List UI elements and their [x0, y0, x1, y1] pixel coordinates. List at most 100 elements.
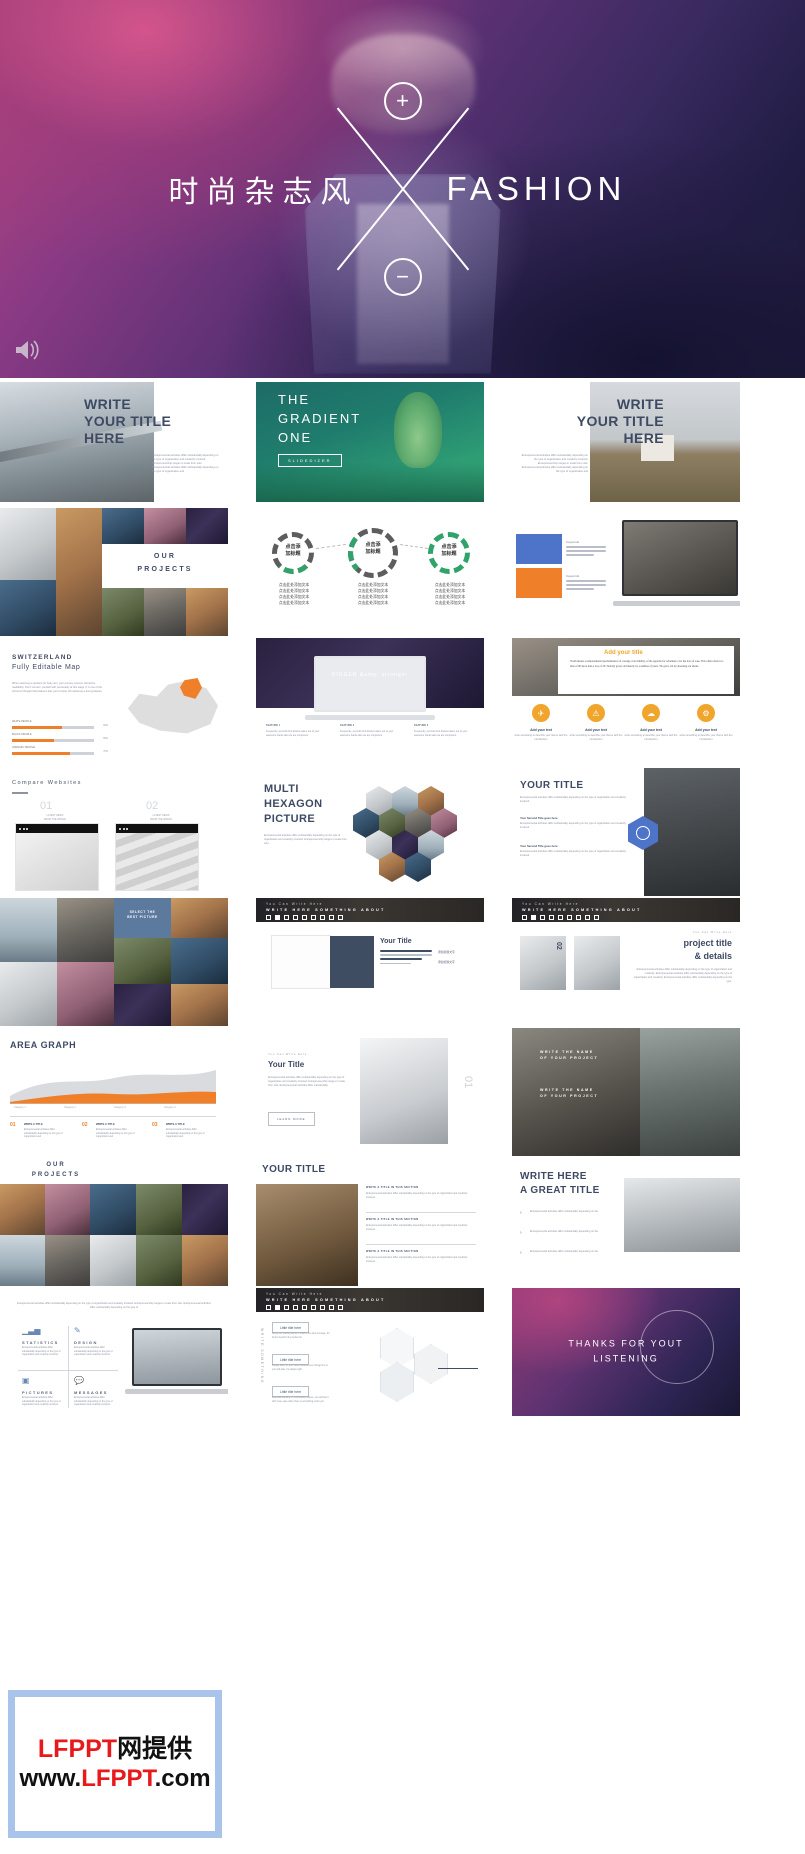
slide-photo-right	[640, 1028, 740, 1156]
compare-sub-1: LATEST NEWS FROM THE WORLD	[43, 814, 66, 821]
icon-desc-statistics: Entrepreneurial activities differ substa…	[22, 1347, 61, 1357]
slide-row-4: Compare Websites 01 LATEST NEWS FROM THE…	[0, 768, 805, 896]
slide-our-projects[interactable]: OUR PROJECTS	[0, 508, 228, 636]
slide-photo	[182, 1235, 228, 1286]
little-body-2: Always listen to your heart because even…	[272, 1365, 328, 1371]
slide-thanks[interactable]: THANKS FOR YOUT LISTENING	[512, 1288, 740, 1416]
icon-label-messages: MESSAGES	[74, 1390, 108, 1395]
compare-sub-2: LATEST NEWS FROM THE WORLD	[149, 814, 172, 821]
learn-more-button[interactable]: LEARN MORE	[268, 1112, 315, 1126]
book-item-1: 添加标题文字	[438, 950, 455, 954]
slide-write-name-of-project[interactable]: WRITE THE NAME OF YOUR PROJECT WRITE THE…	[512, 1028, 740, 1156]
slide-photo	[644, 768, 740, 896]
feature-body-2: Frequently, you'rebit font division take…	[340, 730, 394, 737]
card-label-2: Keywords	[566, 574, 580, 578]
slide-cards-and-laptop[interactable]: Keywords Keywords	[512, 508, 740, 636]
list-body-2: Entrepreneurial activities differ substa…	[366, 1224, 468, 1231]
feature-title-1: FEATURE 1	[266, 724, 281, 727]
cloud-icon: ☁	[642, 704, 660, 722]
laptop-mockup	[124, 1328, 228, 1394]
area-chart	[10, 1070, 216, 1104]
book-item-2: 添加标题文字	[438, 960, 455, 964]
slide-the-gradient-one[interactable]: THE GRADIENT ONE SLIDEDIZER	[256, 378, 484, 506]
slide-book-your-title[interactable]: You Can Write Here WRITE HERE SOMETHING …	[256, 898, 484, 1026]
chevron-right-icon-1: ›	[520, 1210, 522, 1216]
icon-label-design: DESIGN	[74, 1340, 98, 1345]
slidedizer-button[interactable]: SLIDEDIZER	[278, 454, 342, 467]
slide-four-icons[interactable]: Entrepreneurial activities differ substa…	[0, 1288, 228, 1416]
item-number-3: 03	[152, 1122, 158, 1128]
watermark-line-2: www.LFPPT.com	[19, 1764, 210, 1794]
slide-photo-left	[512, 1028, 640, 1156]
slide-photo	[171, 898, 228, 938]
slide-photo	[136, 1235, 182, 1286]
divider	[366, 1244, 476, 1245]
watermark-domain: LFPPT	[81, 1765, 155, 1792]
project-name-line4: OF YOUR PROJECT	[540, 1094, 599, 1098]
slide-mosaic-projects[interactable]: SELECT THE BEST PICTURE	[0, 898, 228, 1026]
slide-title-line3: PICTURE	[264, 813, 316, 825]
slide-title: Your Title	[380, 938, 412, 945]
slide-photo	[114, 984, 171, 1026]
slide-photo	[171, 984, 228, 1026]
bar-value: 60%	[103, 724, 108, 727]
slide-compare-websites[interactable]: Compare Websites 01 LATEST NEWS FROM THE…	[0, 768, 228, 896]
slide-title-line1: WRITE	[616, 396, 664, 412]
slide-add-your-title[interactable]: Add your title Youth means a temperament…	[512, 638, 740, 766]
slide-row-3: SWITZERLAND Fully Editable Map When sele…	[0, 638, 805, 766]
slide-title: YOUR TITLE	[262, 1164, 326, 1175]
icon-desc-3: write something to describe your theme w…	[624, 734, 678, 741]
slide-project-title-details[interactable]: You Can Write Here WRITE HERE SOMETHING …	[512, 898, 740, 1026]
slide-write-here-a-great-title[interactable]: WRITE HERE A GREAT TITLE › Entrepreneuri…	[512, 1158, 740, 1286]
project-name-line1: WRITE THE NAME	[540, 1050, 594, 1054]
slide-write-your-title-here[interactable]: WRITE YOUR TITLE HERE Entrepreneurial ac…	[0, 378, 228, 506]
little-title-2: Little title here	[272, 1354, 310, 1365]
laptop-mockup	[612, 520, 740, 606]
slide-body: Entrepreneurial activities differ substa…	[520, 796, 626, 803]
slide-thumbnail-grid: WRITE YOUR TITLE HERE Entrepreneurial ac…	[0, 378, 805, 1416]
warning-icon: ⚠	[587, 704, 605, 722]
divider-vertical	[68, 1326, 69, 1408]
slide-multi-hexagon-picture[interactable]: MULTI HEXAGON PICTURE Entrepreneurial ac…	[256, 768, 484, 896]
slide-three-circles[interactable]: 点击添 加标题 点击添 加标题 点击添 加标题 点击此处添加文本 点击此处添加文本…	[256, 508, 484, 636]
hero-x-logo: + −	[323, 82, 483, 296]
slide-body: Entrepreneurial activities differ substa…	[268, 1076, 345, 1087]
slide-our-projects-2[interactable]: OUR PROJECTS	[0, 1158, 228, 1286]
slide-title-line2: YOUR TITLE	[576, 413, 664, 429]
bar-value: 50%	[103, 737, 108, 740]
watermark-www: www.	[19, 1765, 82, 1792]
icon-label-3: Add your text	[640, 728, 662, 732]
slide-laptop-dark[interactable]: BIGGER &amp; stronger FEATURE 1 Frequent…	[256, 638, 484, 766]
project-name-line2: OF YOUR PROJECT	[540, 1056, 599, 1060]
axis-tick: Category 1	[14, 1106, 26, 1109]
list-body-1: Entrepreneurial activities differ substa…	[366, 1192, 468, 1199]
pineapple-graphic	[394, 392, 442, 468]
card-lines-1	[566, 546, 606, 559]
accent-rule	[438, 1368, 478, 1369]
slide-write-your-title-here-2[interactable]: WRITE YOUR TITLE HERE Entrepreneurial ac…	[512, 378, 740, 506]
divider-horizontal	[18, 1370, 118, 1371]
slide-body: Youth means a temperamental predominance…	[570, 660, 724, 668]
slide-photo	[186, 508, 228, 544]
compare-number-2: 02	[146, 800, 159, 812]
slide-learn-more[interactable]: You Can Write Here Your Title Entreprene…	[256, 1028, 484, 1156]
icon-desc-2: write something to describe your theme w…	[569, 734, 623, 741]
slide-title-line2: YOUR TITLE	[84, 413, 172, 429]
slide-little-titles[interactable]: You Can Write Here WRITE HERE SOMETHING …	[256, 1288, 484, 1416]
side-vertical-label: WRITE SOMETHING	[260, 1328, 264, 1384]
watermark-line-1: LFPPT网提供	[38, 1734, 192, 1764]
sound-icon[interactable]	[14, 338, 40, 362]
slide-your-title-list[interactable]: YOUR TITLE WRITE A TITLE IN THIS SECTION…	[256, 1158, 484, 1286]
slide-intro: Entrepreneurial activities differ substa…	[17, 1302, 211, 1309]
slide-area-graph[interactable]: AREA GRAPH Category 1 Category 2 Categor…	[0, 1028, 228, 1156]
list-body-3: Entrepreneurial activities differ substa…	[366, 1256, 468, 1263]
slide-photo	[56, 508, 102, 636]
bullet-text-2: Entrepreneurial activities differ substa…	[530, 1230, 599, 1233]
slide-your-title-badge[interactable]: YOUR TITLE Entrepreneurial activities di…	[512, 768, 740, 896]
project-number: 02	[555, 942, 562, 950]
watermark-suffix: 网提供	[117, 1735, 193, 1763]
icon-label-statistics: STATISTICS	[22, 1340, 59, 1345]
slide-switzerland-map[interactable]: SWITZERLAND Fully Editable Map When sele…	[0, 638, 228, 766]
slide-title-line3: HERE	[623, 430, 664, 446]
item-number-1: 01	[10, 1122, 16, 1128]
